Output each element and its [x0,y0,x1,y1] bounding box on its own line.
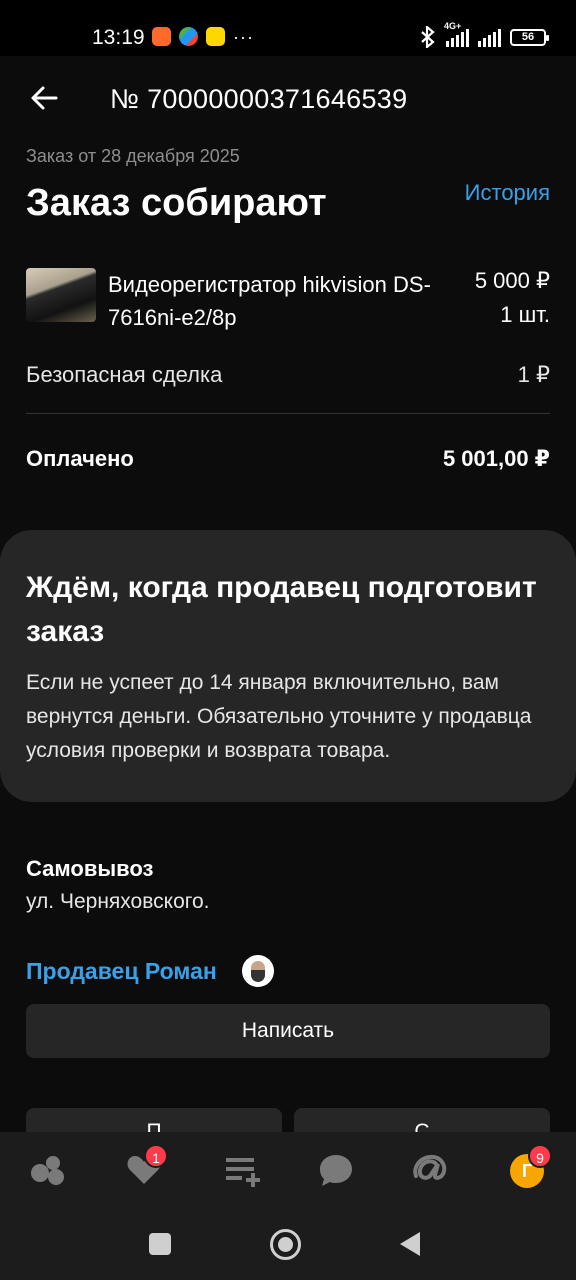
status-indicators: 4G+ 56 [419,21,549,48]
app-bar: № 70000000371646539 [0,56,576,140]
status-time: 13:19 [92,26,145,49]
more-notifications-icon: ··· [233,26,254,47]
delivery-method: Самовывоз [26,856,154,881]
safe-deal-label: Безопасная сделка [26,362,223,387]
signal-4g-icon: 4G+ [444,21,469,47]
paid-label: Оплачено [26,446,134,471]
product-quantity: 1 шт. [500,302,550,327]
order-details: Заказ от 28 декабря 2025 Заказ собирают … [0,140,576,1148]
app-notification-icon [179,27,198,46]
back-icon[interactable] [400,1232,420,1256]
nav-services[interactable] [410,1150,450,1190]
add-listing-icon [226,1158,260,1187]
battery-icon: 56 [510,28,549,46]
order-number: № 70000000371646539 [110,84,408,114]
notification-icons: ··· [152,27,254,46]
network-type-label: 4G+ [444,21,462,31]
nav-add-listing[interactable] [222,1150,262,1190]
nav-home[interactable] [28,1150,68,1190]
recent-apps-icon[interactable] [149,1233,171,1255]
status-bar: 13:19 ··· 4G+ 56 [0,0,576,56]
info-card: Ждём, когда продавец подготовит заказ Ес… [0,530,576,802]
product-name[interactable]: Видеорегистратор hikvision DS-7616ni-e2/… [108,268,438,334]
order-date: Заказ от 28 декабря 2025 [26,146,240,166]
history-link[interactable]: История [465,180,550,206]
order-status-title: Заказ собирают [26,182,327,224]
product-image[interactable] [26,268,96,322]
divider [26,413,550,414]
safe-deal-price: 1 ₽ [517,362,550,387]
chat-icon [320,1155,352,1186]
pickup-address: ул. Черняховского. [26,890,210,913]
signal-icon [478,27,501,47]
write-message-button[interactable]: Написать [26,1004,550,1058]
app-notification-icon [206,27,225,46]
nav-favorites[interactable]: 1 [124,1144,168,1190]
system-navigation [0,1204,576,1280]
info-card-title: Ждём, когда продавец подготовит заказ [26,571,537,648]
bluetooth-icon [421,26,435,48]
seller-avatar[interactable] [242,955,274,987]
info-card-text: Если не успеет до 14 января включительно… [26,671,532,762]
seller-link[interactable]: Продавец Роман [26,958,217,985]
nav-profile[interactable]: Г 9 [508,1144,552,1190]
home-icon[interactable] [270,1229,301,1260]
favorites-badge: 1 [144,1144,168,1168]
product-price: 5 000 ₽ [474,268,550,293]
paid-total: 5 001,00 ₽ [442,446,550,471]
profile-badge: 9 [528,1144,552,1168]
app-notification-icon [152,27,171,46]
nav-messages[interactable] [316,1150,356,1190]
avito-at-icon [413,1154,447,1180]
bottom-navigation: 1 Г 9 [0,1132,576,1204]
home-bubbles-icon [31,1156,64,1185]
back-arrow-icon[interactable] [28,82,60,114]
